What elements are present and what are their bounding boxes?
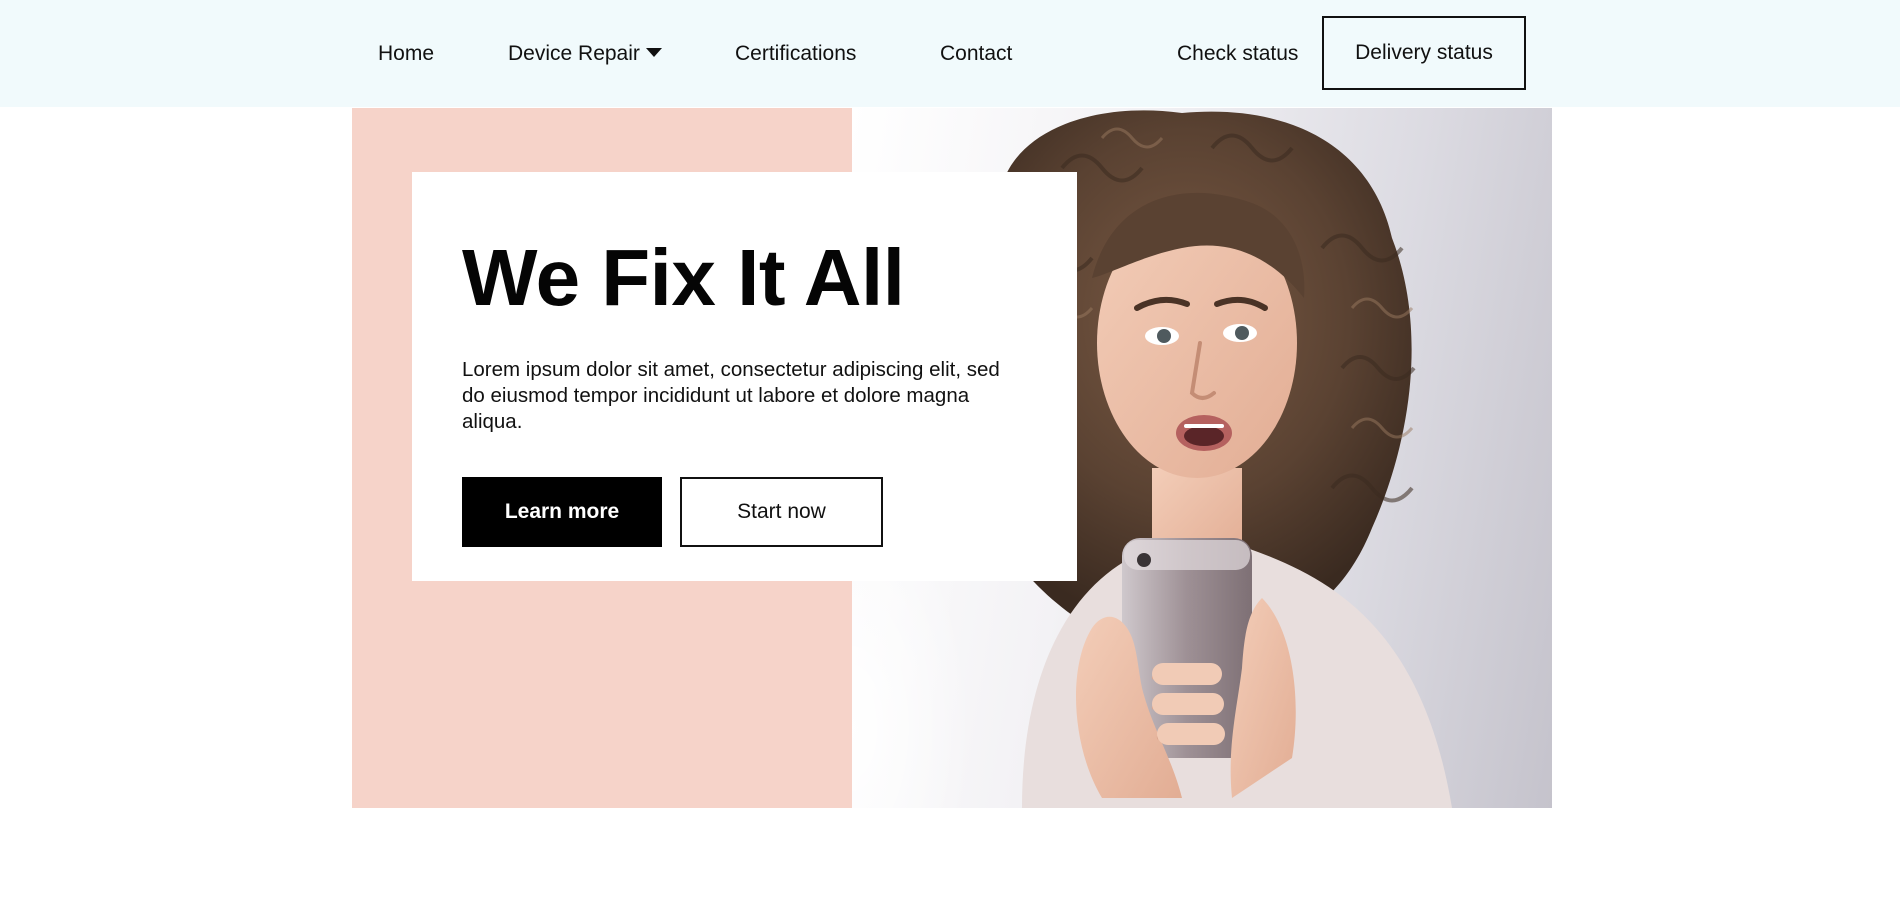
nav-certifications-link[interactable]: Certifications	[735, 0, 856, 107]
nav-contact-link[interactable]: Contact	[940, 0, 1012, 107]
nav-device-repair-label: Device Repair	[508, 42, 640, 65]
nav-home-link[interactable]: Home	[378, 0, 434, 107]
top-navigation: Home Device Repair Certifications Contac…	[0, 0, 1900, 107]
learn-more-button[interactable]: Learn more	[462, 477, 662, 547]
nav-check-status-link[interactable]: Check status	[1177, 0, 1298, 107]
hero-description: Lorem ipsum dolor sit amet, consectetur …	[462, 358, 1000, 433]
caret-down-icon	[645, 47, 662, 57]
start-now-button[interactable]: Start now	[680, 477, 883, 547]
hero-title: We Fix It All	[462, 233, 905, 322]
hero-card: We Fix It All Lorem ipsum dolor sit amet…	[412, 172, 1077, 581]
delivery-status-button[interactable]: Delivery status	[1322, 16, 1526, 90]
nav-device-repair-dropdown[interactable]: Device Repair	[508, 0, 662, 107]
